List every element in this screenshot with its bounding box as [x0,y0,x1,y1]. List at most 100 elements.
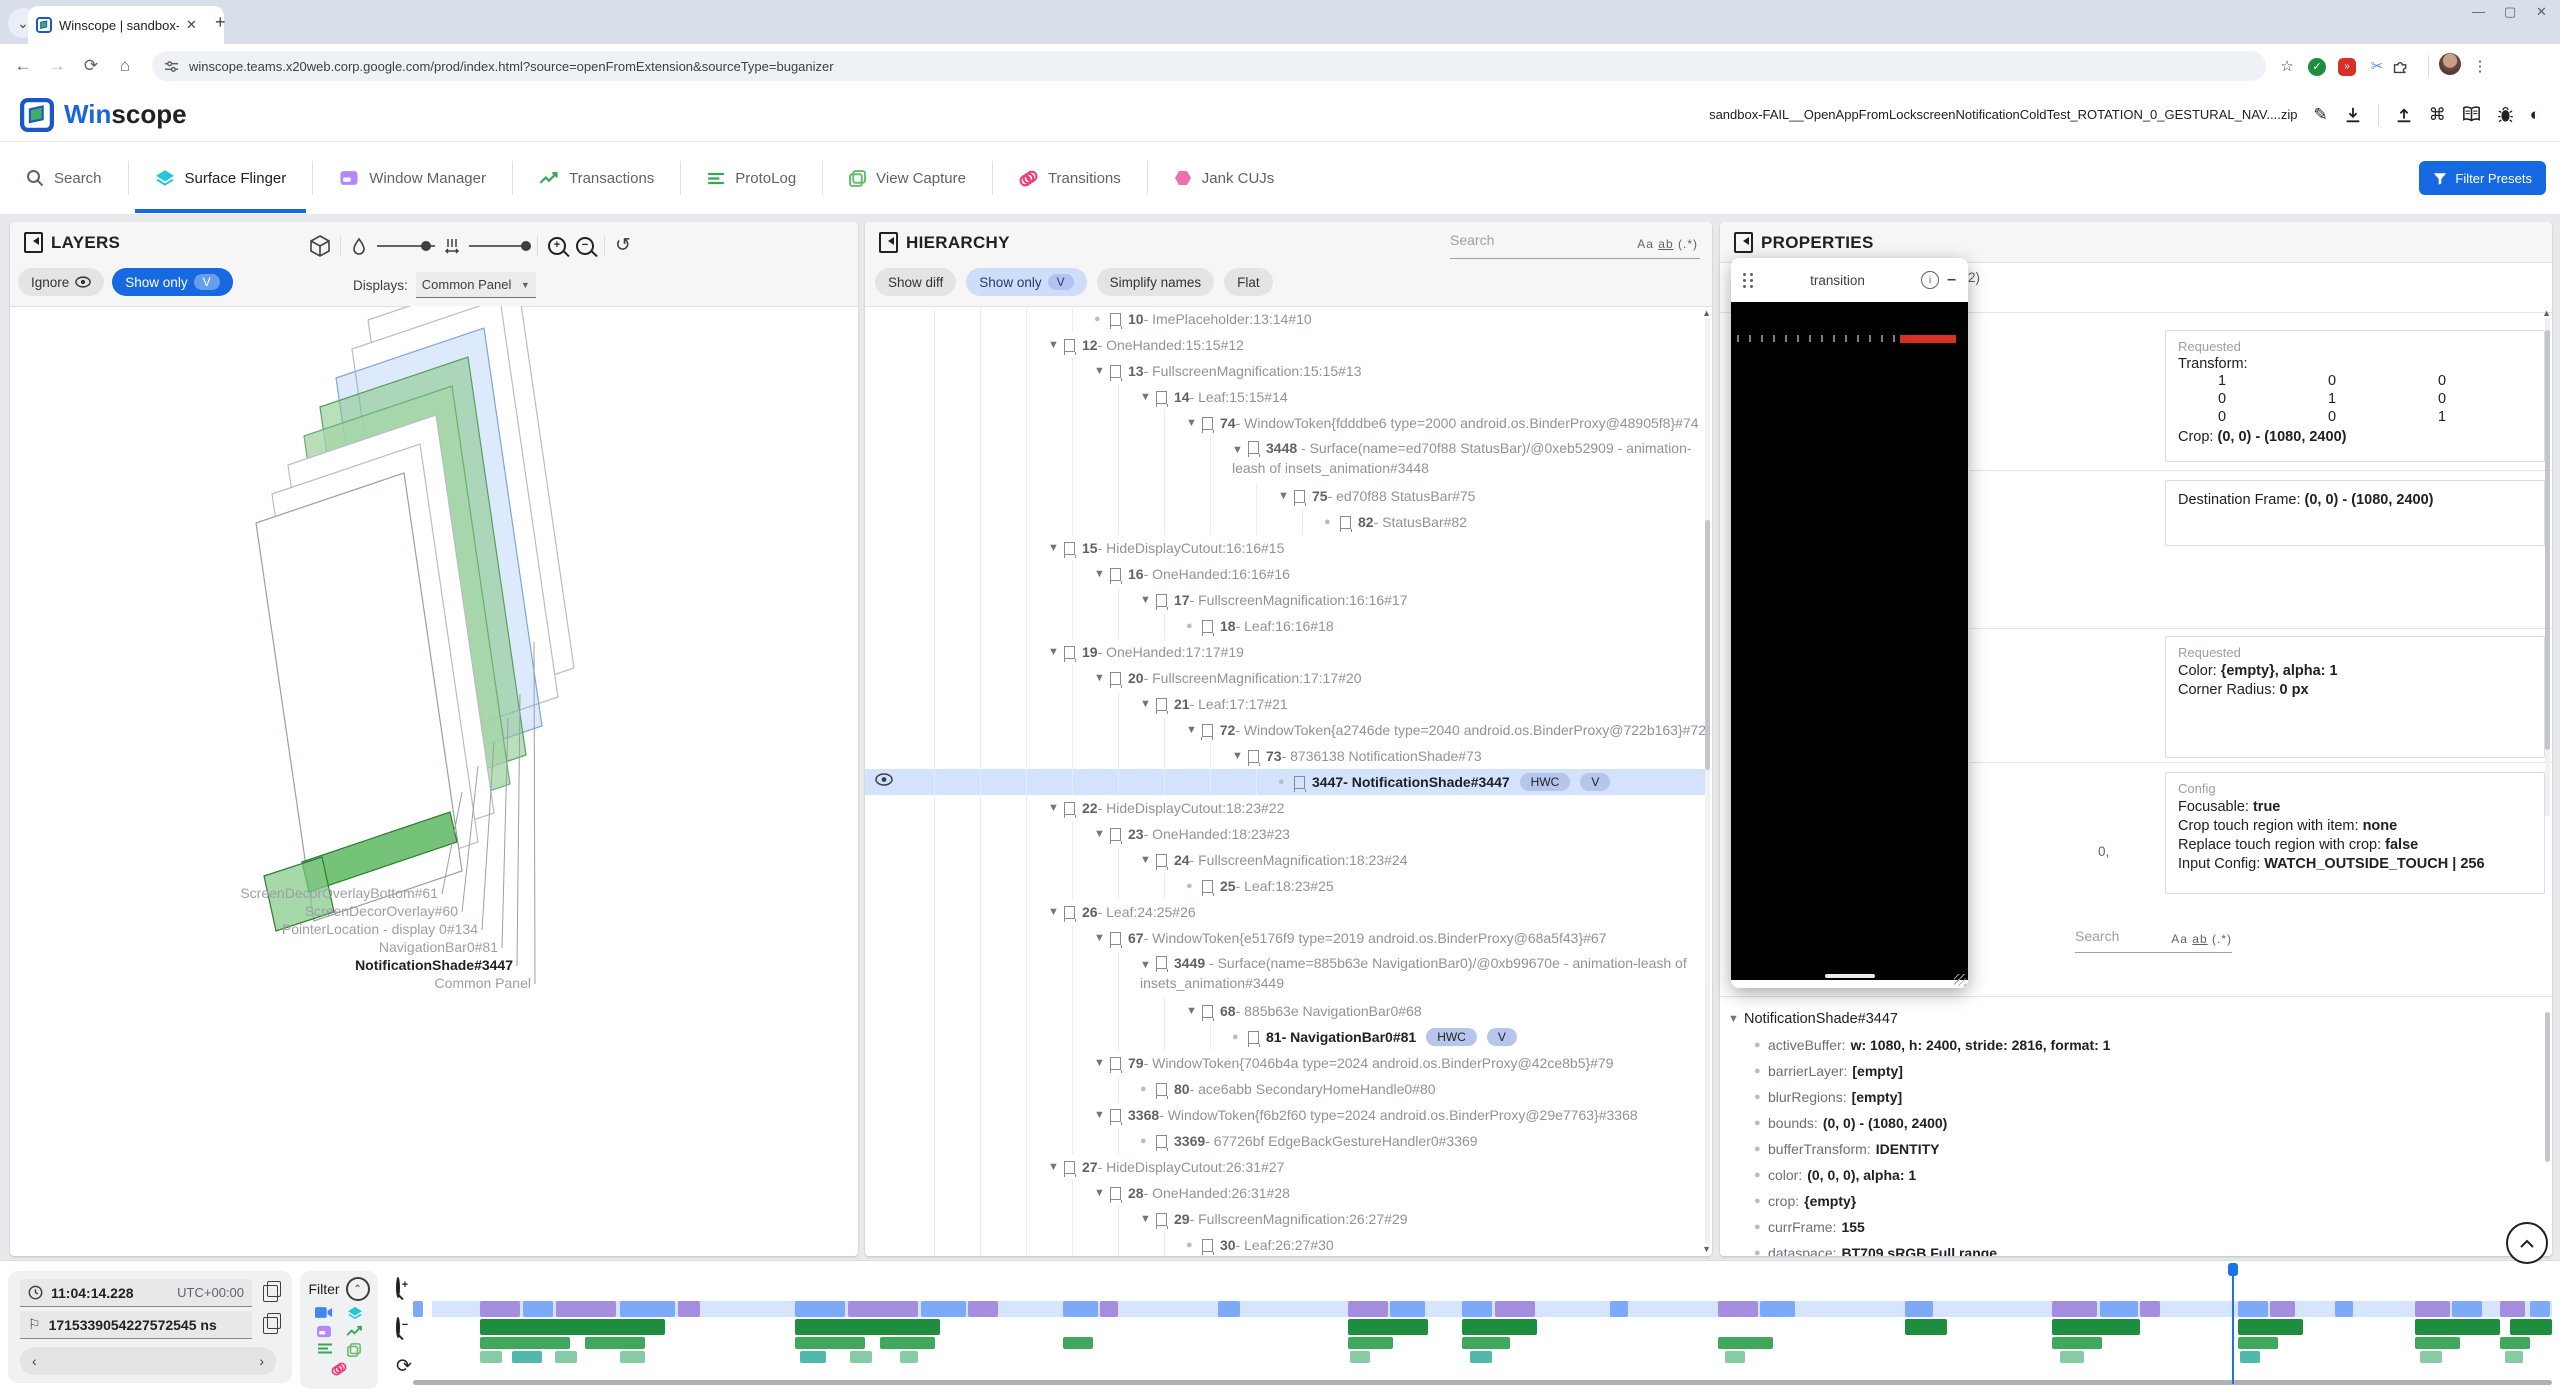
tree-node-74[interactable]: ▼74 - WindowToken{fdddbe6 type=2000 andr… [865,410,1706,436]
displays-select[interactable]: Common Panel ▼ [416,272,536,298]
show-diff-chip[interactable]: Show diff [875,268,956,296]
regex-icon[interactable]: (.*) [2212,932,2232,946]
extension-scissors-icon[interactable]: ✂ [2362,57,2392,75]
expand-arrow-icon[interactable]: ▼ [1094,1057,1110,1069]
profile-avatar[interactable] [2435,53,2465,79]
match-case-icon[interactable]: Aa [2171,932,2188,946]
tree-node-16[interactable]: ▼16 - OneHanded:16:16#16 [865,561,1706,587]
match-case-icon[interactable]: Aa [1637,237,1654,251]
tree-node-81[interactable]: ●81 - NavigationBar0#81HWCV [865,1024,1706,1050]
show-only-visible-chip[interactable]: Show only V [112,268,232,296]
tab-close-icon[interactable]: ✕ [186,17,197,33]
regex-icon[interactable]: (.*) [1678,237,1698,251]
collapse-panel-icon[interactable] [24,232,43,253]
expand-timeline-button[interactable] [2506,1222,2548,1264]
expand-arrow-icon[interactable]: ▼ [1186,1005,1202,1017]
match-word-icon[interactable]: ab [2192,932,2207,946]
tab-search[interactable]: Search [0,155,128,201]
home-icon[interactable]: ⌂ [108,56,142,76]
resize-handle[interactable] [1954,974,1966,986]
minimize-icon[interactable]: – [1947,271,1956,289]
rotation-slider[interactable] [377,245,435,247]
timeline-band[interactable] [432,1301,2552,1317]
tree-node-3368[interactable]: ▼3368 - WindowToken{f6b2f60 type=2024 an… [865,1102,1706,1128]
expand-arrow-icon[interactable]: ▼ [1048,646,1064,658]
reset-view-icon[interactable]: ↺ [615,234,631,257]
expand-arrow-icon[interactable]: ▼ [1048,542,1064,554]
properties-scrollbar-thumb[interactable] [2545,330,2550,750]
visibility-eye-icon[interactable] [875,773,893,786]
tree-node-3449[interactable]: ▼3449 - Surface(name=885b63e NavigationB… [865,951,1706,998]
expand-arrow-icon[interactable]: ▼ [1140,854,1156,866]
expand-arrow-icon[interactable]: ▼ [1140,1213,1156,1225]
bookmark-star-icon[interactable]: ☆ [2272,57,2302,75]
zoom-out-icon[interactable]: − [576,237,594,255]
show-only-visible-chip[interactable]: Show only V [966,268,1086,296]
tree-node-30[interactable]: ●30 - Leaf:26:27#30 [865,1232,1706,1256]
expand-arrow-icon[interactable]: ▼ [1048,1161,1064,1173]
tree-node-28[interactable]: ▼28 - OneHanded:26:31#28 [865,1180,1706,1206]
tree-node-23[interactable]: ▼23 - OneHanded:18:23#23 [865,821,1706,847]
shortcuts-icon[interactable]: ⌘ [2429,105,2446,125]
expand-arrow-icon[interactable]: ▼ [1048,906,1064,918]
tab-protolog[interactable]: ProtoLog [681,155,822,201]
tab-jank-cujs[interactable]: Jank CUJs [1148,155,1301,201]
tree-node-19[interactable]: ▼19 - OneHanded:17:17#19 [865,639,1706,665]
tree-node-20[interactable]: ▼20 - FullscreenMagnification:17:17#20 [865,665,1706,691]
property-row[interactable]: ●bufferTransform:IDENTITY [1728,1136,2542,1162]
new-tab-button[interactable]: + [215,12,226,33]
expand-arrow-icon[interactable]: ▼ [1278,490,1294,502]
scroll-up-icon[interactable]: ▲ [1702,308,1711,318]
expand-arrow-icon[interactable]: ▼ [1140,594,1156,606]
expand-arrow-icon[interactable]: ▼ [1048,802,1064,814]
download-icon[interactable] [2344,106,2362,124]
dialog-title-bar[interactable]: transition i – [1731,258,1968,302]
collapse-panel-icon[interactable] [1734,232,1753,253]
tree-node-80[interactable]: ●80 - ace6abb SecondaryHomeHandle0#80 [865,1076,1706,1102]
tree-node-75[interactable]: ▼75 - ed70f88 StatusBar#75 [865,483,1706,509]
tab-surface-flinger[interactable]: Surface Flinger [129,155,313,201]
hierarchy-scrollbar-thumb[interactable] [1705,520,1710,770]
property-row[interactable]: ●bounds:(0, 0) - (1080, 2400) [1728,1110,2542,1136]
timeline-cursor[interactable] [2232,1267,2234,1384]
ignore-rect-chip[interactable]: Ignore [18,268,104,296]
tree-node-14[interactable]: ▼14 - Leaf:15:15#14 [865,384,1706,410]
expand-arrow-icon[interactable]: ▼ [1094,932,1110,944]
report-bug-icon[interactable] [2497,106,2514,124]
tree-node-3448[interactable]: ▼3448 - Surface(name=ed70f88 StatusBar)/… [865,436,1706,483]
search-match-options[interactable]: Aa ab (.*) [2171,932,2232,946]
tab-transactions[interactable]: Transactions [513,155,680,201]
browser-tab[interactable]: Winscope | sandbox-FAI ✕ [28,6,224,44]
property-row[interactable]: ●activeBuffer:w: 1080, h: 2400, stride: … [1728,1032,2542,1058]
properties-bottom-scrollbar-thumb[interactable] [2545,1012,2550,1162]
tree-node-68[interactable]: ▼68 - 885b63e NavigationBar0#68 [865,998,1706,1024]
hierarchy-search-input[interactable]: Search Aa ab (.*) [1450,232,1700,259]
edit-pencil-icon[interactable]: ✎ [2313,105,2327,125]
window-close-button[interactable]: ✕ [2536,4,2547,20]
tree-node-73[interactable]: ▼73 - 8736138 NotificationShade#73 [865,743,1706,769]
timeline-cursor-handle[interactable] [2228,1263,2238,1276]
scroll-down-icon[interactable]: ▼ [1702,1244,1711,1254]
layer-label[interactable]: Common Panel [435,975,532,991]
property-row[interactable]: ●currFrame:155 [1728,1214,2542,1240]
tree-node-12[interactable]: ▼12 - OneHanded:15:15#12 [865,332,1706,358]
scroll-up-icon[interactable]: ▲ [2542,308,2551,318]
properties-search-input[interactable]: Search Aa ab (.*) [2075,928,2232,953]
filter-presets-button[interactable]: Filter Presets [2419,161,2546,195]
extensions-puzzle-icon[interactable] [2392,58,2422,75]
dark-mode-toggle-icon[interactable]: ◐ [2530,105,2540,125]
expand-arrow-icon[interactable]: ▼ [1094,1109,1110,1121]
expand-arrow-icon[interactable]: ▼ [1232,441,1248,459]
expand-arrow-icon[interactable]: ▼ [1186,724,1202,736]
layer-label[interactable]: ScreenDecorOverlay#60 [305,903,459,919]
tree-node-22[interactable]: ▼22 - HideDisplayCutout:18:23#22 [865,795,1706,821]
back-icon[interactable]: ← [6,56,40,76]
tree-node-82[interactable]: ●82 - StatusBar#82 [865,509,1706,535]
spacing-slider[interactable] [469,245,527,247]
expand-arrow-icon[interactable]: ▼ [1140,391,1156,403]
site-settings-icon[interactable] [164,59,179,74]
layer-label[interactable]: NavigationBar0#81 [379,939,498,955]
reload-icon[interactable]: ⟳ [74,56,108,76]
layer-label[interactable]: NotificationShade#3447 [355,957,513,973]
flat-chip[interactable]: Flat [1224,268,1273,296]
